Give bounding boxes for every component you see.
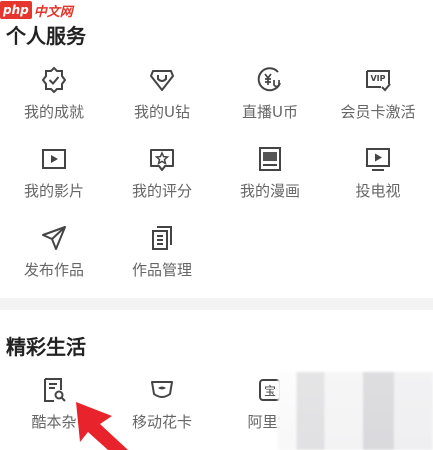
section-divider (0, 298, 433, 310)
grid-item-works-management[interactable]: 作品管理 (108, 224, 216, 280)
php-cn-watermark: php 中文网 (0, 0, 73, 20)
grid-item-label: 我的U钻 (134, 103, 190, 121)
watermark-text: 中文网 (33, 4, 73, 20)
achievement-badge-icon (41, 66, 67, 94)
watermark-badge: php (0, 1, 32, 19)
grid-item-label: 我的漫画 (239, 182, 300, 200)
grid-item-publish-works[interactable]: 发布作品 (0, 224, 108, 280)
grid-item-cast-to-tv[interactable]: 投电视 (324, 145, 432, 201)
grid-item-label: 我的评分 (131, 182, 192, 200)
grid-item-label: 移动花卡 (131, 413, 192, 431)
svg-text:VIP: VIP (370, 74, 385, 83)
grid-item-label: 投电视 (355, 182, 401, 200)
grid-item-my-videos[interactable]: 我的影片 (0, 145, 108, 201)
svg-text:宝: 宝 (264, 384, 276, 398)
grid-item-my-u-diamond[interactable]: 我的U钻 (108, 66, 216, 122)
grid-item-my-comics[interactable]: 我的漫画 (216, 145, 324, 201)
mobile-card-icon (151, 381, 173, 398)
blurred-region (278, 372, 433, 450)
u-diamond-icon (150, 70, 174, 91)
grid-item-label: 发布作品 (23, 261, 84, 279)
grid-item-label: 我的影片 (23, 182, 84, 200)
tv-cast-icon (366, 148, 390, 171)
grid-item-vip-card-activation[interactable]: VIP 会员卡激活 (324, 66, 432, 122)
paper-plane-icon (42, 226, 66, 250)
section-title-lifestyle: 精彩生活 (6, 335, 86, 359)
vip-card-icon: VIP (366, 70, 391, 92)
grid-item-label: 会员卡激活 (340, 103, 416, 121)
video-play-icon (42, 149, 66, 169)
comic-book-icon (259, 147, 281, 171)
rating-star-icon (150, 149, 174, 171)
grid-item-my-achievements[interactable]: 我的成就 (0, 66, 108, 122)
grid-item-label: 我的成就 (23, 103, 84, 121)
works-manage-icon (152, 226, 172, 250)
grid-item-label: 作品管理 (131, 261, 192, 279)
grid-item-live-ucoin[interactable]: 直播U币 (216, 66, 324, 122)
grid-item-label: 直播U币 (242, 103, 298, 121)
section-title-personal-services: 个人服务 (6, 24, 86, 48)
grid-item-my-ratings[interactable]: 我的评分 (108, 145, 216, 201)
red-pointer-arrow-icon (76, 402, 128, 450)
live-ucoin-icon (257, 67, 281, 92)
